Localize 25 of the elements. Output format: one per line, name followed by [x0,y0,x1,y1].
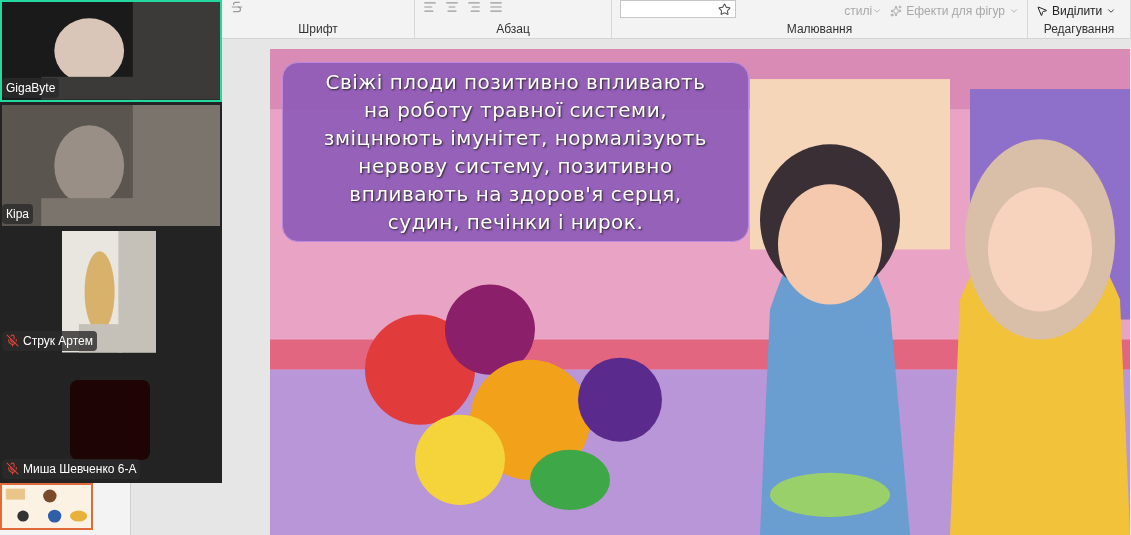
video-tile[interactable]: Струк Артем [0,229,222,355]
strikethrough-icon[interactable] [230,0,244,14]
group-label: Абзац [495,22,531,36]
caret-icon [1009,6,1019,16]
pointer-icon [1036,5,1048,17]
group-label: Редагування [1042,22,1116,36]
slide-text: Свіжі плоди позитивно впливають на роботу травної системи, зміцнюють імунітет, нормалізують нервову систему, позитивно впливають на здоров'я серця, судин, печінки і нирок. [322,69,709,236]
participant-name: Миша Шевченко 6-А [23,461,137,478]
video-tile[interactable]: Кіра [0,102,222,229]
participant-name: Кіра [6,206,29,224]
video-tile[interactable]: GigaByte [0,0,222,102]
group-label: Малювання [785,22,854,36]
participant-name: Струк Артем [23,332,93,350]
participant-name: GigaByte [6,79,56,97]
sparkle-icon [890,5,903,17]
align-center-icon[interactable] [445,0,459,14]
group-label: Шрифт [297,22,339,36]
align-justify-icon[interactable] [489,0,503,14]
select-button[interactable]: Виділити [1036,2,1117,20]
align-right-icon[interactable] [467,0,481,14]
caret-icon [1106,6,1117,16]
align-left-icon[interactable] [423,0,437,14]
star-icon[interactable] [718,2,732,16]
video-tile[interactable]: Миша Шевченко 6-А [0,355,222,483]
caret-icon [872,6,883,16]
